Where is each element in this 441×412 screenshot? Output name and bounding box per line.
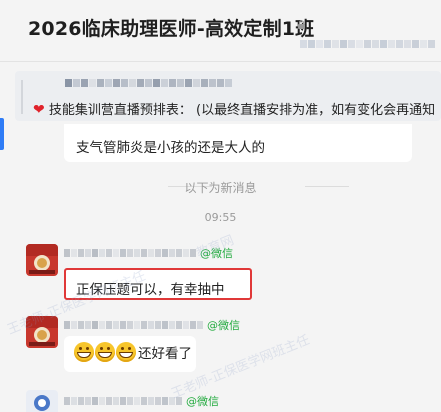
quote-text: 技能集训营直播预排表： (以最终直播安排为准，如有变化会再通知 — [48, 103, 436, 118]
message-bubble[interactable]: 还好看了 — [64, 336, 196, 372]
grin-emoji-icon — [74, 342, 94, 362]
sender-name-blurred — [64, 249, 196, 257]
avatar[interactable] — [26, 316, 58, 348]
heart-icon: ❤ — [33, 102, 45, 118]
avatar-image — [26, 244, 58, 276]
grin-emoji-icon — [95, 342, 115, 362]
sender-row: @微信 — [64, 245, 233, 261]
message-time: 09:55 — [204, 211, 237, 224]
new-messages-label: 以下为新消息 — [184, 181, 257, 195]
message-text: 还好看了 — [138, 346, 192, 362]
quote-bar — [21, 80, 23, 114]
message-bubble[interactable]: 支气管肺炎是小孩的还是大人的 — [64, 124, 412, 162]
chat-header: 2026临床助理医师-高效定制1班 — [0, 0, 441, 62]
avatar-image — [26, 390, 58, 412]
message-text: 正保压题可以，有幸抽中 — [76, 282, 225, 298]
wechat-tag: @微信 — [186, 395, 219, 408]
quoted-message[interactable]: ❤ 技能集训营直播预排表： (以最终直播安排为准，如有变化会再通知 — [15, 71, 441, 121]
avatar[interactable] — [26, 244, 58, 276]
lock-icon — [298, 20, 305, 29]
quote-sender-blurred — [65, 79, 232, 87]
quote-text-row: ❤ 技能集训营直播预排表： (以最终直播安排为准，如有变化会再通知 — [33, 99, 435, 118]
wechat-tag: @微信 — [207, 319, 240, 332]
group-title[interactable]: 2026临床助理医师-高效定制1班 — [28, 14, 314, 41]
sender-row: @微信 — [64, 393, 219, 409]
grin-emoji-icon — [116, 342, 136, 362]
sender-row: @微信 — [64, 317, 240, 333]
sender-name-blurred — [64, 397, 182, 405]
avatar[interactable] — [26, 390, 58, 412]
message-text: 支气管肺炎是小孩的还是大人的 — [76, 140, 265, 156]
avatar-image — [26, 316, 58, 348]
wechat-tag: @微信 — [200, 247, 233, 260]
highlighted-message-bubble[interactable]: 正保压题可以，有幸抽中 — [64, 268, 252, 300]
blurred-members — [300, 40, 435, 48]
sender-name-blurred — [64, 321, 203, 329]
active-indicator — [0, 118, 4, 150]
